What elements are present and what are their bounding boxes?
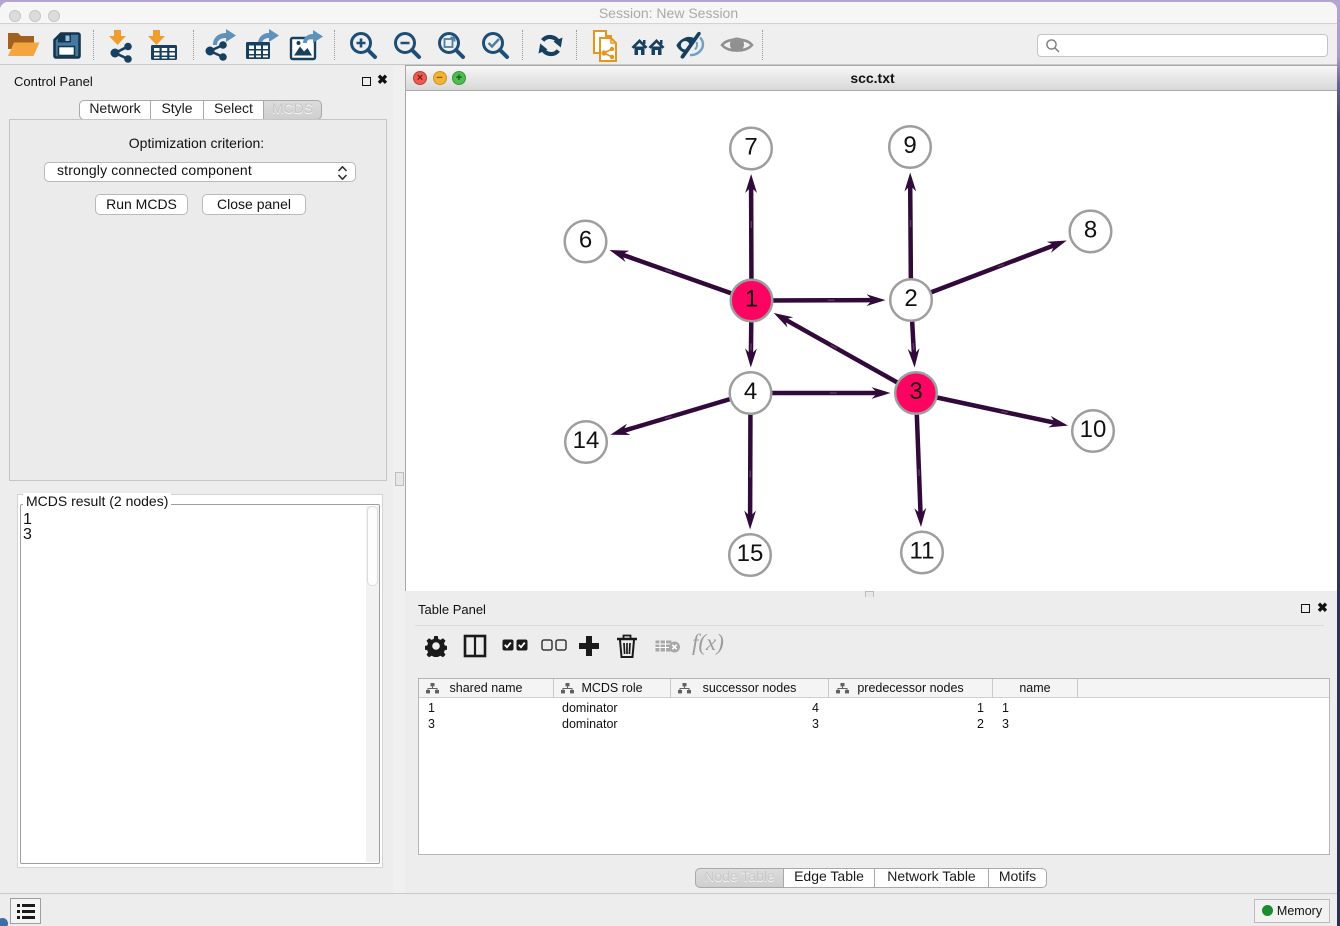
svg-text:15: 15 [737,540,764,567]
svg-text:6: 6 [579,227,592,254]
svg-text:10: 10 [1080,416,1107,443]
svg-text:11: 11 [910,538,935,565]
svg-text:14: 14 [573,427,600,454]
svg-text:9: 9 [903,132,916,159]
svg-text:2: 2 [904,285,917,312]
svg-text:3: 3 [909,378,922,405]
svg-text:8: 8 [1084,216,1097,243]
svg-text:1: 1 [745,286,758,313]
svg-text:7: 7 [744,134,757,161]
svg-text:4: 4 [744,378,757,405]
